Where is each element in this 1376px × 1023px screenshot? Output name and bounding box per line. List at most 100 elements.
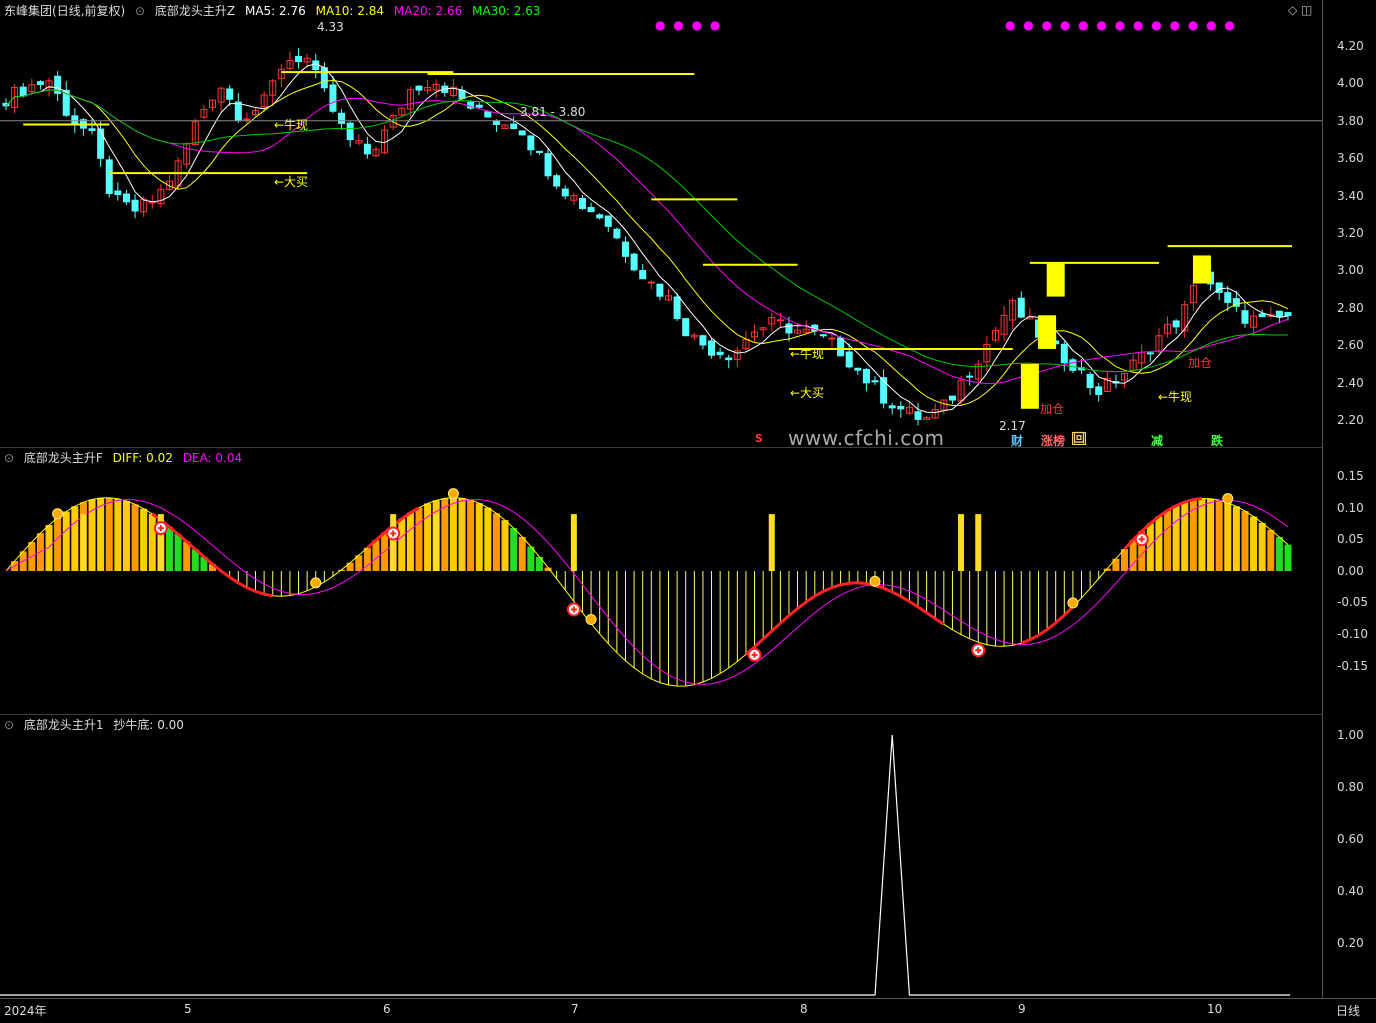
price-tick: 3.60 xyxy=(1337,151,1364,165)
candle-body xyxy=(872,381,878,382)
macd-bar-pos xyxy=(132,504,139,571)
candle-body xyxy=(631,254,637,270)
macd-bar-pos xyxy=(502,520,509,571)
signal-spike xyxy=(390,514,396,571)
chaoniudi-line xyxy=(0,735,1290,995)
annotation-niuxian-1: ←牛现 xyxy=(274,116,308,133)
annotation-niuxian-2: ←牛现 xyxy=(790,345,824,362)
annotation-low: 2.17 xyxy=(999,419,1026,433)
candle-body xyxy=(622,242,628,256)
signal-spike xyxy=(769,514,775,571)
signal-tick: 0.40 xyxy=(1337,884,1364,898)
signal-axis: 1.000.800.600.400.20 xyxy=(1322,714,1376,998)
macd-bar-pos xyxy=(450,498,457,571)
macd-bar-pos xyxy=(1112,559,1119,571)
candle-body xyxy=(89,129,95,131)
signal-chart xyxy=(0,714,1322,998)
price-tick: 4.00 xyxy=(1337,76,1364,90)
candle-body xyxy=(588,208,594,212)
macd-bar-pos xyxy=(97,498,104,571)
signal-s: S xyxy=(755,432,763,445)
price-tick: 2.40 xyxy=(1337,376,1364,390)
candle-body xyxy=(1070,360,1076,371)
candle-body xyxy=(1147,353,1153,354)
macd-bar-pos xyxy=(407,513,414,571)
candle-body xyxy=(106,160,112,194)
candle-body xyxy=(235,102,241,120)
macd-bar-pos xyxy=(398,519,405,571)
dea-line xyxy=(6,500,1288,685)
candle-body xyxy=(536,151,542,152)
x-label-oct: 10 xyxy=(1207,1002,1222,1016)
macd-bar-pos xyxy=(536,557,543,571)
signal-tick: 0.60 xyxy=(1337,832,1364,846)
price-tick: 4.20 xyxy=(1337,39,1364,53)
candle-body xyxy=(227,89,233,99)
candle-body xyxy=(838,338,844,356)
candle-body xyxy=(949,396,955,400)
macd-bar-pos xyxy=(166,527,173,571)
signal-hui: 回 xyxy=(1072,432,1086,445)
candle-body xyxy=(709,341,715,355)
candle-body xyxy=(476,105,482,107)
price-tick: 2.60 xyxy=(1337,338,1364,352)
macd-bar-pos xyxy=(1233,506,1240,571)
candle-body xyxy=(1087,374,1093,387)
signal-spike xyxy=(571,514,577,571)
x-label-jun: 6 xyxy=(383,1002,391,1016)
candle-body xyxy=(528,136,534,150)
macd-bar-pos xyxy=(1259,523,1266,571)
period-button[interactable]: 日线 xyxy=(1336,1002,1360,1019)
x-label-year: 2024年 xyxy=(4,1002,47,1019)
candle-body xyxy=(545,154,551,176)
signal-block xyxy=(1193,255,1211,283)
annotation-damai-1: ←大买 xyxy=(274,173,308,190)
annotation-jiacang-2: 加仓 xyxy=(1188,354,1212,371)
candle-body xyxy=(1018,298,1024,317)
candle-body xyxy=(915,412,921,420)
candle-body xyxy=(37,82,43,85)
macd-bar-pos xyxy=(467,500,474,571)
macd-axis: 0.150.100.050.00-0.05-0.10-0.15 xyxy=(1322,447,1376,714)
x-label-may: 5 xyxy=(184,1002,192,1016)
candle-body xyxy=(1173,321,1179,327)
coin-icon xyxy=(1223,494,1233,504)
annotation-jiacang-1: 加仓 xyxy=(1040,400,1064,417)
signal-spike xyxy=(433,514,439,571)
candle-body xyxy=(149,202,155,203)
macd-bar-pos xyxy=(441,498,448,571)
diff-line xyxy=(6,498,1288,686)
macd-bar-pos xyxy=(1250,517,1257,571)
candle-body xyxy=(511,124,517,128)
candle-body xyxy=(605,216,611,226)
candle-body xyxy=(72,116,78,124)
macd-tick: -0.15 xyxy=(1337,659,1368,673)
x-label-sep: 9 xyxy=(1018,1002,1026,1016)
candle-body xyxy=(364,144,370,154)
price-tick: 3.20 xyxy=(1337,226,1364,240)
candle-body xyxy=(700,336,706,345)
candle-body xyxy=(889,406,895,408)
candle-body xyxy=(115,191,121,195)
macd-bar-pos xyxy=(183,542,190,571)
candle-body xyxy=(1225,293,1231,303)
candle-body xyxy=(820,335,826,336)
coin-icon xyxy=(311,578,321,588)
macd-bar-pos xyxy=(493,513,500,571)
price-tick: 3.40 xyxy=(1337,189,1364,203)
macd-bar-pos xyxy=(123,501,130,571)
price-tick: 3.00 xyxy=(1337,263,1364,277)
signal-block xyxy=(1038,315,1056,349)
candle-body xyxy=(829,338,835,339)
signal-tick: 0.20 xyxy=(1337,936,1364,950)
candle-body xyxy=(1096,387,1102,395)
coin-icon xyxy=(53,509,63,519)
price-axis: 4.204.003.803.603.403.203.002.802.602.40… xyxy=(1322,0,1376,447)
annotation-high: 4.33 xyxy=(317,20,344,34)
candle-body xyxy=(1285,313,1291,316)
coin-icon xyxy=(448,489,458,499)
signal-tick: 0.80 xyxy=(1337,780,1364,794)
candle-body xyxy=(123,194,129,202)
macd-bar-pos xyxy=(1190,500,1197,571)
macd-bar-pos xyxy=(1285,545,1292,571)
